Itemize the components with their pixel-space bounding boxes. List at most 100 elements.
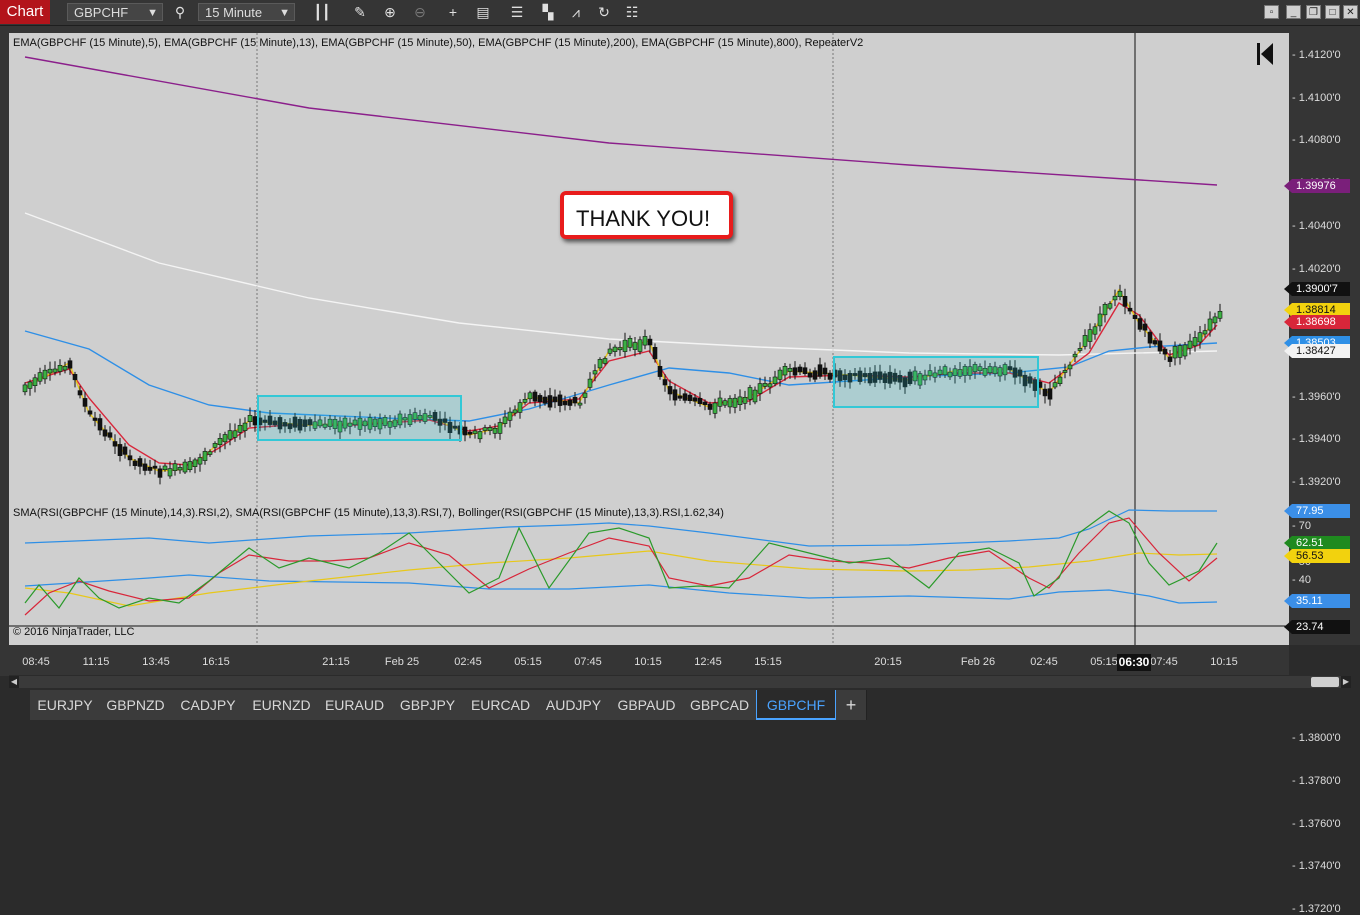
candle-body: [142, 463, 148, 471]
candle-body: [1107, 303, 1113, 309]
candle-body: [1172, 346, 1178, 359]
tab-cadjpy[interactable]: CADJPY: [171, 690, 246, 720]
consolidation-box[interactable]: [833, 356, 1039, 408]
candle-body: [132, 460, 138, 466]
candle-body: [482, 427, 488, 431]
candle-body: [582, 392, 588, 398]
tab-eurnzd[interactable]: EURNZD: [245, 690, 319, 720]
rsi-marker: 35.11: [1284, 594, 1350, 608]
candle-body: [762, 383, 768, 387]
tab-gbpaud[interactable]: GBPAUD: [610, 690, 684, 720]
pencil-icon[interactable]: ✎: [350, 3, 370, 21]
candle-body: [152, 465, 158, 469]
tab-gbpcad[interactable]: GBPCAD: [683, 690, 757, 720]
candle-body: [32, 377, 38, 386]
candle-body: [1117, 290, 1123, 298]
price-tick-label: - 1.4120'0: [1292, 49, 1341, 61]
chevron-down-icon: ▼: [147, 7, 158, 19]
copyright-label: © 2016 NinjaTrader, LLC: [13, 626, 135, 638]
price-marker: 1.38814: [1284, 303, 1350, 317]
rsi-tick-label: - 40: [1292, 574, 1311, 586]
candle-body: [1182, 344, 1188, 357]
interval-selector[interactable]: 15 Minute ▼: [198, 3, 295, 21]
tab-gbpjpy[interactable]: GBPJPY: [391, 690, 465, 720]
candle-body: [1072, 353, 1078, 358]
tab-eurjpy[interactable]: EURJPY: [30, 690, 101, 720]
scroll-right-icon[interactable]: ▶: [1341, 676, 1351, 688]
tab-audjpy[interactable]: AUDJPY: [537, 690, 611, 720]
price-tick-label: - 1.4080'0: [1292, 134, 1341, 147]
time-tick-label: 07:45: [574, 656, 602, 668]
scroll-thumb[interactable]: [1311, 677, 1339, 687]
crosshair-icon[interactable]: +: [443, 3, 463, 21]
candle-body: [552, 396, 558, 403]
candle-body: [642, 336, 648, 346]
candle-body: [172, 463, 178, 471]
chart-top-border: [0, 26, 1360, 33]
tile-window-icon[interactable]: ▫: [1264, 5, 1279, 19]
tab-gbpnzd[interactable]: GBPNZD: [100, 690, 172, 720]
time-tick-label: Feb 26: [960, 656, 996, 668]
restore-icon[interactable]: ❐: [1306, 5, 1321, 19]
candle-body: [1212, 316, 1218, 324]
candle-body: [222, 434, 228, 443]
tab-eurcad[interactable]: EURCAD: [464, 690, 538, 720]
tab-gbpchf[interactable]: GBPCHF: [756, 690, 836, 720]
add-tab-button[interactable]: +: [836, 690, 867, 720]
thank-you-annotation[interactable]: THANK YOU!: [560, 191, 733, 239]
candle-body: [1157, 340, 1163, 352]
candle-body: [102, 429, 108, 437]
instrument-tabs: EURJPY GBPNZD CADJPY EURNZD EURAUD GBPJPY EURC…: [0, 690, 1360, 728]
candle-body: [607, 348, 613, 354]
price-marker: 1.38427: [1284, 344, 1350, 358]
instrument-selector[interactable]: GBPCHF ▼: [67, 3, 163, 21]
maximize-icon[interactable]: □: [1325, 5, 1340, 19]
minimize-icon[interactable]: _: [1286, 5, 1301, 19]
data-box-icon[interactable]: ▤: [473, 3, 493, 21]
scroll-left-icon[interactable]: ◀: [9, 676, 19, 688]
reload-icon[interactable]: ↻: [594, 3, 614, 21]
candle-body: [727, 398, 733, 408]
candle-body: [1092, 326, 1098, 335]
chart-trader-icon[interactable]: ☰: [507, 3, 527, 21]
time-tick-label: 16:15: [202, 656, 230, 668]
candle-body: [162, 465, 168, 471]
search-icon[interactable]: ⚲: [170, 3, 190, 21]
candle-body: [22, 384, 28, 393]
candle-body: [577, 402, 583, 406]
candle-body: [1087, 329, 1093, 342]
price-chart[interactable]: [9, 33, 1289, 645]
rsi-marker: 77.95: [1284, 504, 1350, 518]
candle-body: [192, 459, 198, 467]
candle-body: [127, 455, 133, 461]
candle-body: [617, 347, 623, 351]
time-tick-label: 12:45: [694, 656, 722, 668]
time-tick-label: 02:45: [454, 656, 482, 668]
candle-body: [652, 346, 658, 360]
close-icon[interactable]: ✕: [1343, 5, 1358, 19]
candle-body: [37, 372, 43, 382]
indicators-icon[interactable]: ⩘: [566, 3, 586, 21]
horizontal-scrollbar[interactable]: ◀ ▶: [9, 676, 1351, 688]
candle-body: [732, 397, 738, 408]
properties-icon[interactable]: ☷: [622, 3, 642, 21]
price-tick-label: - 1.3780'0: [1292, 774, 1341, 787]
tab-euraud[interactable]: EURAUD: [318, 690, 392, 720]
candle-body: [1192, 337, 1198, 347]
candle-body: [622, 339, 628, 352]
candle-body: [737, 396, 743, 405]
candle-body: [662, 379, 668, 386]
time-tick-label: 10:15: [1210, 656, 1238, 668]
bars-type-icon[interactable]: ┃┃: [312, 3, 332, 21]
candle-body: [802, 367, 808, 375]
zoom-out-icon[interactable]: ⊖: [410, 3, 430, 21]
candle-body: [1207, 318, 1213, 331]
candle-body: [627, 337, 633, 348]
chart-title-button[interactable]: Chart: [0, 0, 50, 24]
consolidation-box[interactable]: [257, 395, 462, 441]
strategies-icon[interactable]: ▚: [538, 3, 558, 21]
candle-body: [797, 366, 803, 373]
candle-body: [1202, 330, 1208, 335]
candle-body: [1077, 348, 1083, 351]
zoom-in-icon[interactable]: ⊕: [380, 3, 400, 21]
